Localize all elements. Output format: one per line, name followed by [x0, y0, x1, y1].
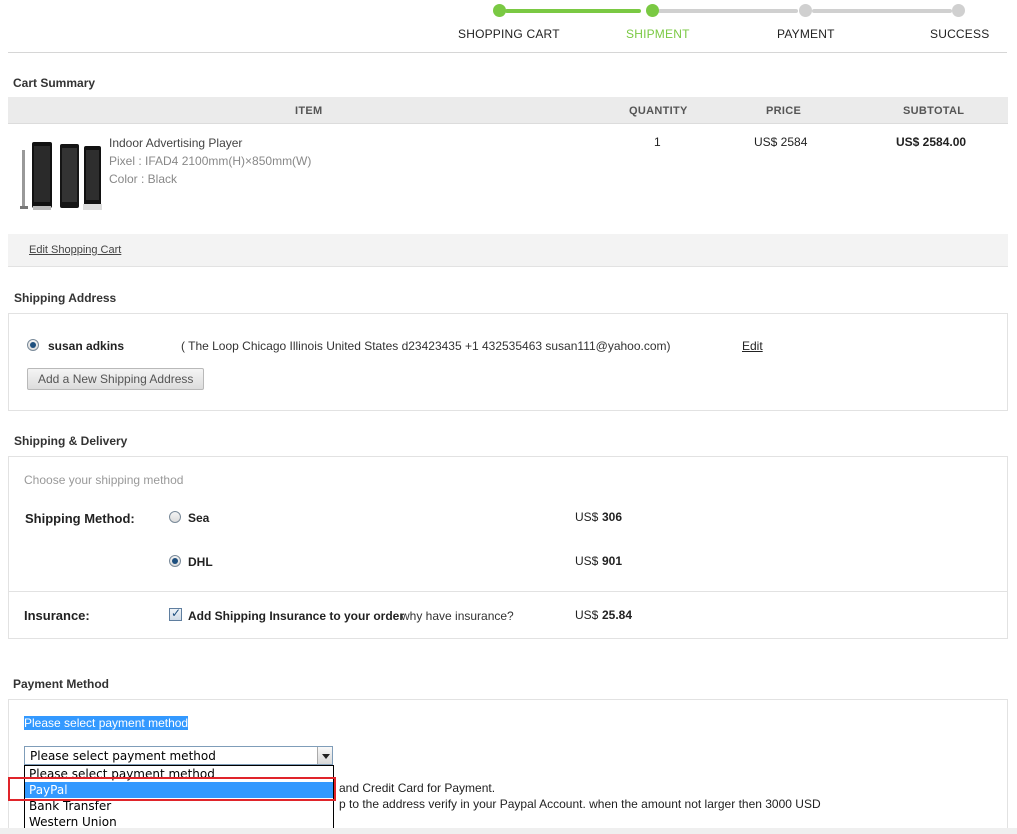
product-pixel: Pixel : IFAD4 2100mm(H)×850mm(W) — [109, 154, 312, 168]
item-price: US$ 2584 — [754, 135, 808, 149]
shipping-delivery-title: Shipping & Delivery — [14, 434, 128, 448]
product-name: Indoor Advertising Player — [109, 136, 243, 150]
progress-divider — [8, 52, 1007, 53]
col-quantity: QUANTITY — [629, 105, 688, 117]
step-dot-shipment — [646, 4, 659, 17]
step-dot-success — [952, 4, 965, 17]
insurance-text: Add Shipping Insurance to your order — [188, 609, 405, 623]
shipping-sea-label: Sea — [188, 511, 210, 525]
shipping-dhl-label: DHL — [188, 555, 213, 569]
progress-track-done — [505, 9, 641, 13]
shipping-sea-currency: US$ — [575, 510, 599, 524]
address-radio[interactable] — [27, 339, 39, 351]
progress-track-pending-2 — [812, 9, 952, 13]
shipping-address-box: susan adkins ( The Loop Chicago Illinois… — [8, 313, 1008, 411]
payment-select-value: Please select payment method — [30, 749, 216, 763]
address-details: ( The Loop Chicago Illinois United State… — [181, 339, 671, 353]
add-shipping-address-button[interactable]: Add a New Shipping Address — [27, 368, 205, 390]
edit-shopping-cart-link[interactable]: Edit Shopping Cart — [29, 244, 121, 256]
paypal-highlight-box — [8, 777, 336, 801]
payment-method-select[interactable]: Please select payment method — [24, 746, 333, 765]
step-label-payment: PAYMENT — [777, 27, 835, 41]
insurance-label: Insurance: — [24, 608, 90, 623]
col-price: PRICE — [766, 105, 802, 117]
insurance-divider — [9, 591, 1007, 592]
payment-info-line-2: p to the address verify in your Paypal A… — [339, 797, 821, 811]
shipping-delivery-box: Choose your shipping method Shipping Met… — [8, 456, 1008, 639]
shipping-dhl-price: 901 — [602, 554, 623, 568]
insurance-why-link[interactable]: why have insurance? — [401, 609, 514, 623]
cart-item-row: Indoor Advertising Player Pixel : IFAD4 … — [8, 124, 1008, 234]
shipping-sea-price: 306 — [602, 510, 623, 524]
item-subtotal: US$ 2584.00 — [896, 135, 967, 149]
address-name: susan adkins — [48, 339, 125, 353]
bottom-strip — [0, 828, 1017, 834]
col-item: ITEM — [295, 105, 323, 117]
shipping-sea-radio[interactable] — [169, 511, 181, 523]
payment-method-title: Payment Method — [13, 677, 110, 691]
insurance-price: 25.84 — [602, 608, 633, 622]
checkout-progress: SHOPPING CART SHIPMENT PAYMENT SUCCESS — [0, 0, 1017, 52]
step-dot-payment — [799, 4, 812, 17]
payment-info-line-1: and Credit Card for Payment. — [339, 781, 496, 795]
step-label-success: SUCCESS — [930, 27, 990, 41]
product-color: Color : Black — [109, 172, 178, 186]
step-label-shipment: SHIPMENT — [626, 27, 690, 41]
payment-prompt: Please select payment method — [24, 716, 189, 730]
item-quantity: 1 — [654, 135, 661, 149]
cart-table-header: ITEM QUANTITY PRICE SUBTOTAL — [8, 97, 1008, 124]
step-dot-shopping-cart — [493, 4, 506, 17]
shipping-method-label: Shipping Method: — [25, 511, 135, 526]
product-image — [20, 142, 102, 210]
cart-summary-title: Cart Summary — [13, 76, 96, 90]
address-edit-link[interactable]: Edit — [742, 339, 763, 353]
shipping-dhl-radio[interactable] — [169, 555, 181, 567]
shipping-hint: Choose your shipping method — [24, 473, 184, 487]
shipping-address-title: Shipping Address — [14, 291, 117, 305]
shipping-dhl-currency: US$ — [575, 554, 599, 568]
cart-footer: Edit Shopping Cart — [8, 234, 1008, 267]
col-subtotal: SUBTOTAL — [903, 105, 965, 117]
insurance-currency: US$ — [575, 608, 599, 622]
chevron-down-icon[interactable] — [317, 747, 332, 764]
step-label-shopping-cart: SHOPPING CART — [458, 27, 560, 41]
insurance-checkbox[interactable] — [169, 606, 182, 621]
progress-track-pending-1 — [658, 9, 798, 13]
